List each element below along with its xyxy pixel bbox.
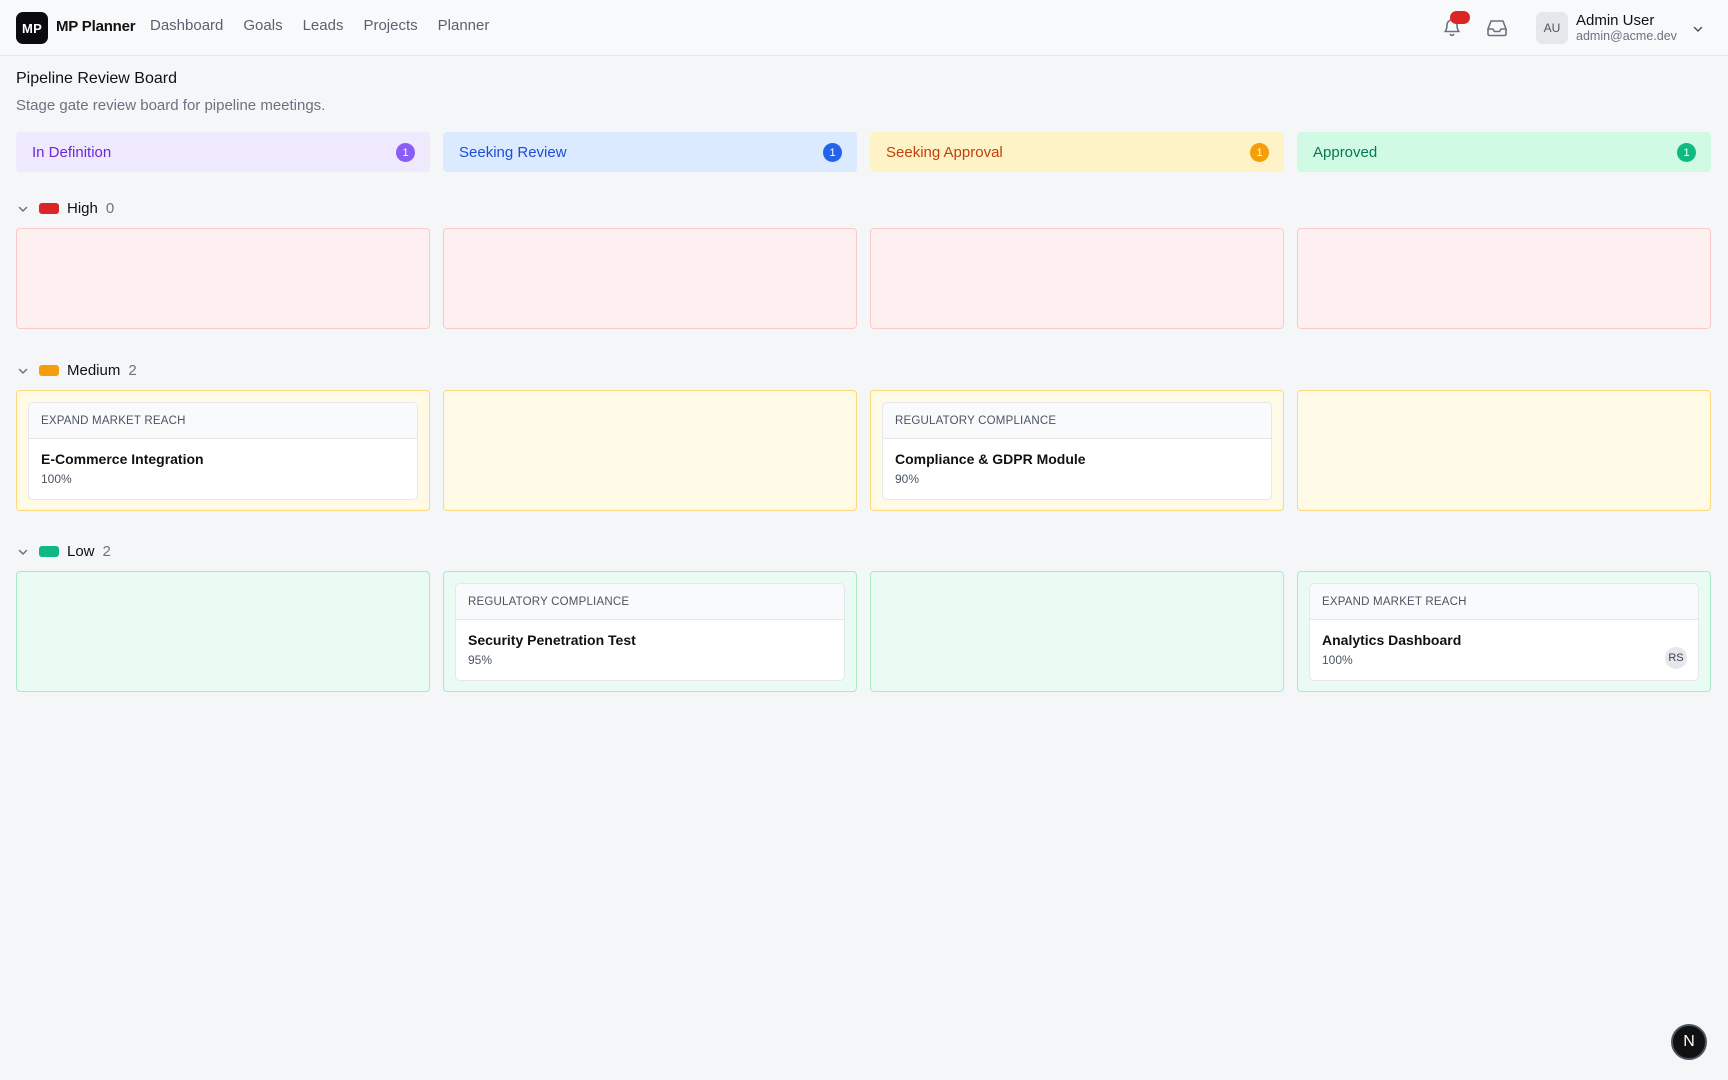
avatar: AU <box>1536 12 1568 44</box>
stage-label: Seeking Review <box>459 143 567 161</box>
card-progress: 90% <box>895 472 920 486</box>
stage-headers: In Definition 1 Seeking Review 1 Seeking App… <box>16 132 1712 172</box>
page-subtitle: Stage gate review board for pipeline mee… <box>16 97 326 114</box>
priority-swatch <box>39 545 59 557</box>
stage-count-badge: 1 <box>396 143 415 162</box>
nav-item-dashboard[interactable]: Dashboard <box>150 17 223 34</box>
priority-label: High <box>67 199 98 217</box>
project-card[interactable]: EXPAND MARKET REACH Analytics Dashboard 10… <box>1309 583 1699 681</box>
notification-badge <box>1450 11 1470 24</box>
priority-label: Low <box>67 542 95 560</box>
board-cell[interactable] <box>870 228 1284 329</box>
project-card[interactable]: REGULATORY COMPLIANCE Security Penetratio… <box>455 583 845 681</box>
chevron-down-icon[interactable] <box>17 364 29 376</box>
board-cell[interactable]: EXPAND MARKET REACH E-Commerce Integratio… <box>16 390 430 511</box>
priority-swatch <box>39 364 59 376</box>
card-title: Compliance & GDPR Module <box>895 451 1086 467</box>
card-goal-label: EXPAND MARKET REACH <box>1310 584 1698 620</box>
card-goal-label: EXPAND MARKET REACH <box>29 403 417 439</box>
stage-header: Approved 1 <box>1297 132 1711 172</box>
board-cell[interactable] <box>16 571 430 692</box>
stage-label: Seeking Approval <box>886 143 1003 161</box>
card-progress: 95% <box>468 653 493 667</box>
page-title: Pipeline Review Board <box>16 70 177 87</box>
board-cell[interactable]: REGULATORY COMPLIANCE Compliance & GDPR M… <box>870 390 1284 511</box>
app-logo[interactable]: MP <box>16 12 48 44</box>
priority-count: 2 <box>128 361 137 379</box>
priority-label: Medium <box>67 361 121 379</box>
board-cell[interactable] <box>1297 228 1711 329</box>
stage-header: Seeking Review 1 <box>443 132 857 172</box>
user-menu[interactable]: AU Admin User admin@acme.dev <box>1536 12 1712 44</box>
card-progress: 100% <box>41 472 72 486</box>
board-cell[interactable] <box>443 390 857 511</box>
priority-swatch <box>39 202 59 214</box>
nav-item-leads[interactable]: Leads <box>303 17 344 34</box>
stage-header: In Definition 1 <box>16 132 430 172</box>
main-nav: Dashboard Goals Leads Projects Planner <box>150 17 509 34</box>
stage-header: Seeking Approval 1 <box>870 132 1284 172</box>
priority-group-header[interactable]: Medium 2 <box>16 360 216 380</box>
priority-group-header[interactable]: Low 2 <box>16 541 216 561</box>
stage-count-badge: 1 <box>823 143 842 162</box>
app-name[interactable]: MP Planner <box>56 18 136 35</box>
card-goal-label: REGULATORY COMPLIANCE <box>883 403 1271 439</box>
assignee-avatar: RS <box>1665 647 1687 669</box>
chevron-down-icon <box>1692 22 1704 34</box>
chevron-down-icon[interactable] <box>17 545 29 557</box>
board-cell[interactable]: EXPAND MARKET REACH Analytics Dashboard 10… <box>1297 571 1711 692</box>
stage-count-badge: 1 <box>1677 143 1696 162</box>
priority-count: 2 <box>102 542 111 560</box>
card-goal-label: REGULATORY COMPLIANCE <box>456 584 844 620</box>
chevron-down-icon[interactable] <box>17 202 29 214</box>
card-progress: 100% <box>1322 653 1353 667</box>
stage-label: Approved <box>1313 143 1378 161</box>
project-card[interactable]: EXPAND MARKET REACH E-Commerce Integratio… <box>28 402 418 500</box>
user-email: admin@acme.dev <box>1576 29 1677 43</box>
board-cell[interactable] <box>1297 390 1711 511</box>
project-card[interactable]: REGULATORY COMPLIANCE Compliance & GDPR M… <box>882 402 1272 500</box>
user-name: Admin User <box>1576 12 1655 29</box>
board-cell[interactable] <box>443 228 857 329</box>
priority-count: 0 <box>105 199 115 217</box>
card-title: E-Commerce Integration <box>41 451 204 467</box>
stage-label: In Definition <box>32 143 112 161</box>
priority-group-header[interactable]: High 0 <box>16 198 216 218</box>
board-cell[interactable] <box>870 571 1284 692</box>
nav-item-planner[interactable]: Planner <box>438 17 490 34</box>
board-cell[interactable]: REGULATORY COMPLIANCE Security Penetratio… <box>443 571 857 692</box>
board-cell[interactable] <box>16 228 430 329</box>
top-bar: MP MP Planner Dashboard Goals Leads Proj… <box>0 0 1728 56</box>
card-title: Analytics Dashboard <box>1322 632 1462 648</box>
floating-action-button[interactable]: N <box>1671 1024 1707 1060</box>
nav-item-goals[interactable]: Goals <box>243 17 282 34</box>
stage-count-badge: 1 <box>1250 143 1269 162</box>
card-title: Security Penetration Test <box>468 632 636 648</box>
inbox-icon[interactable] <box>1486 18 1508 38</box>
nav-item-projects[interactable]: Projects <box>363 17 417 34</box>
